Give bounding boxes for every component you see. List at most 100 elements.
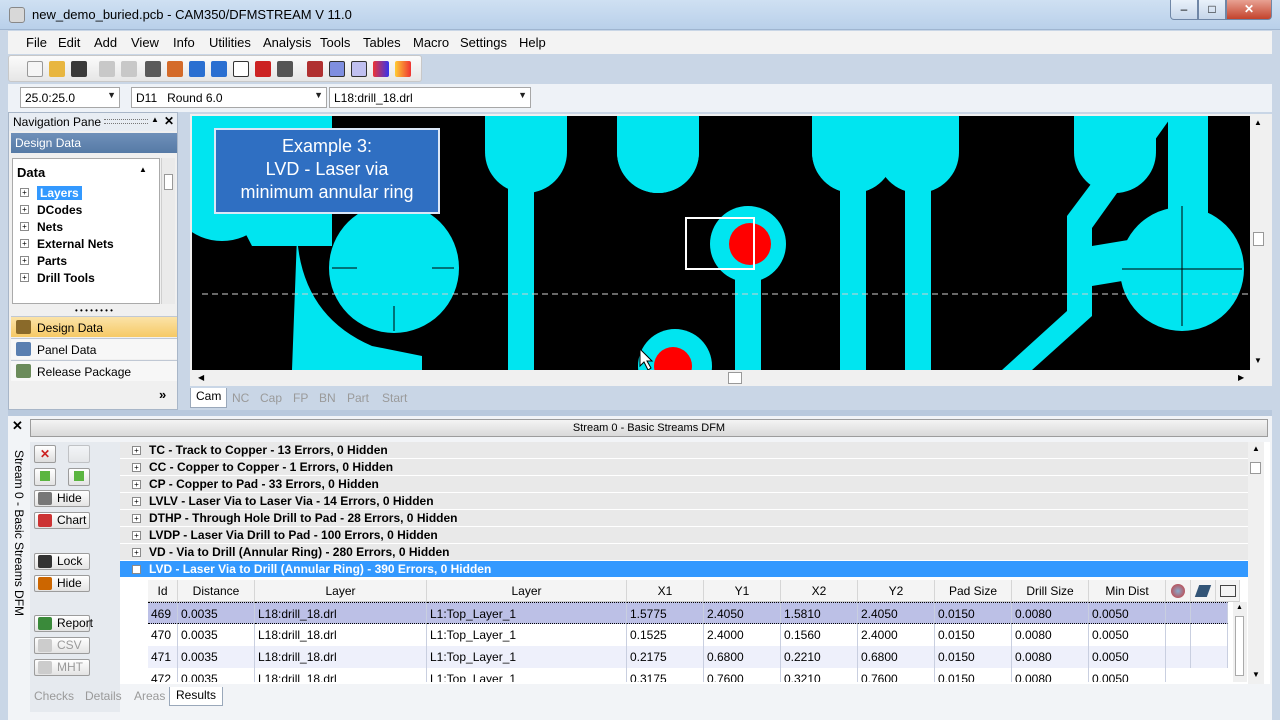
report-button[interactable]: Report: [34, 615, 93, 632]
scroll-up-icon[interactable]: ▲: [1254, 118, 1262, 127]
scroll-up-icon[interactable]: ▲: [1252, 444, 1260, 453]
zoom-in-icon[interactable]: [189, 61, 205, 77]
nav-button-design-data[interactable]: Design Data: [11, 316, 177, 337]
dcode-select[interactable]: D11 Round 6.0 ▼: [131, 87, 327, 108]
zoom-previous-icon[interactable]: [277, 61, 293, 77]
hide-button[interactable]: Hide: [34, 490, 90, 507]
clear-icon[interactable]: [68, 445, 90, 463]
scroll-left-icon[interactable]: ◀: [198, 373, 204, 382]
scrollbar-thumb[interactable]: [1250, 462, 1261, 474]
minimize-button[interactable]: –: [1170, 0, 1198, 20]
column-header-drill-size[interactable]: Drill Size: [1012, 580, 1089, 602]
more-buttons-icon[interactable]: »: [159, 387, 166, 402]
error-group-tc[interactable]: + TC - Track to Copper - 13 Errors, 0 Hid…: [120, 442, 1248, 459]
column-header-layer-1[interactable]: Layer: [255, 580, 427, 602]
snap-icon[interactable]: [307, 61, 323, 77]
expand-icon[interactable]: +: [20, 205, 29, 214]
column-header-y2[interactable]: Y2: [858, 580, 935, 602]
highlight-icon[interactable]: [395, 61, 411, 77]
menu-tables[interactable]: Tables: [363, 35, 401, 50]
tab-details[interactable]: Details: [85, 689, 122, 703]
scrollbar-thumb[interactable]: [728, 372, 742, 384]
scroll-up-icon[interactable]: ▲: [1236, 604, 1243, 611]
scroll-right-icon[interactable]: ▶: [1238, 373, 1244, 382]
data-tree-scrollbar[interactable]: [161, 158, 175, 304]
scrollbar-thumb[interactable]: [164, 174, 173, 190]
scrollbar-thumb[interactable]: [1235, 616, 1244, 676]
tree-item-external-nets[interactable]: + External Nets: [16, 236, 158, 252]
pin-icon[interactable]: ▲: [151, 115, 159, 124]
tab-cam[interactable]: Cam: [190, 388, 228, 408]
expand-icon[interactable]: +: [132, 480, 141, 489]
table-row[interactable]: 472 0.0035 L18:drill_18.drl L1:Top_Layer…: [148, 668, 1228, 682]
nav-button-panel-data[interactable]: Panel Data: [11, 338, 177, 359]
column-header-pad-size[interactable]: Pad Size: [935, 580, 1012, 602]
grid-select[interactable]: 25.0:25.0 ▼: [20, 87, 120, 108]
menu-add[interactable]: Add: [94, 35, 117, 50]
canvas-horizontal-scrollbar[interactable]: ◀ ▶: [192, 370, 1250, 386]
scroll-down-icon[interactable]: ▼: [1254, 356, 1262, 365]
menu-analysis[interactable]: Analysis: [263, 35, 311, 50]
new-file-icon[interactable]: [27, 61, 43, 77]
tab-cap[interactable]: Cap: [260, 391, 282, 405]
error-group-cp[interactable]: + CP - Copper to Pad - 33 Errors, 0 Hidde…: [120, 476, 1248, 493]
results-close-icon[interactable]: ✕: [12, 418, 23, 434]
tree-item-nets[interactable]: + Nets: [16, 219, 158, 235]
table-row[interactable]: 469 0.0035 L18:drill_18.drl L1:Top_Layer…: [148, 602, 1228, 624]
tab-checks[interactable]: Checks: [34, 689, 74, 703]
mht-button[interactable]: MHT: [34, 659, 90, 676]
tab-fp[interactable]: FP: [293, 391, 308, 405]
error-group-cc[interactable]: + CC - Copper to Copper - 1 Errors, 0 Hid…: [120, 459, 1248, 476]
error-group-lvdp[interactable]: + LVDP - Laser Via Drill to Pad - 100 Err…: [120, 527, 1248, 544]
columns-icon[interactable]: [1216, 580, 1240, 602]
expand-icon[interactable]: +: [132, 548, 141, 557]
menu-edit[interactable]: Edit: [58, 35, 80, 50]
expand-icon[interactable]: +: [20, 222, 29, 231]
layer-color-icon[interactable]: [373, 61, 389, 77]
layer-select[interactable]: L18:drill_18.drl ▼: [329, 87, 531, 108]
undo-icon[interactable]: [99, 61, 115, 77]
collapse-icon[interactable]: ▲: [139, 165, 147, 174]
close-button[interactable]: ✕: [1226, 0, 1272, 20]
column-header-layer-2[interactable]: Layer: [427, 580, 627, 602]
scrollbar-thumb[interactable]: [1253, 232, 1264, 246]
menu-utilities[interactable]: Utilities: [209, 35, 251, 50]
globe-icon[interactable]: [1166, 580, 1191, 602]
error-group-lvlv[interactable]: + LVLV - Laser Via to Laser Via - 14 Erro…: [120, 493, 1248, 510]
pane-splitter[interactable]: • • • • • • • •: [11, 307, 177, 315]
canvas-vertical-scrollbar[interactable]: ▲ ▼: [1250, 116, 1268, 370]
tree-item-layers[interactable]: + Layers: [16, 185, 158, 201]
add-icon[interactable]: [34, 468, 56, 486]
hide-errors-button[interactable]: Hide: [34, 575, 90, 592]
grid-icon[interactable]: [329, 61, 345, 77]
column-header-distance[interactable]: Distance: [178, 580, 255, 602]
tab-areas[interactable]: Areas: [134, 689, 165, 703]
menu-settings[interactable]: Settings: [460, 35, 507, 50]
error-group-dthp[interactable]: + DTHP - Through Hole Drill to Pad - 28 E…: [120, 510, 1248, 527]
table-row[interactable]: 471 0.0035 L18:drill_18.drl L1:Top_Layer…: [148, 646, 1228, 668]
expand-icon[interactable]: +: [132, 463, 141, 472]
column-header-min-dist[interactable]: Min Dist: [1089, 580, 1166, 602]
grid-snap-icon[interactable]: [351, 61, 367, 77]
lock-button[interactable]: Lock: [34, 553, 90, 570]
nav-button-release-package[interactable]: Release Package: [11, 360, 177, 381]
expand-icon[interactable]: +: [20, 239, 29, 248]
tab-start[interactable]: Start: [382, 391, 407, 405]
menu-view[interactable]: View: [131, 35, 159, 50]
error-group-lvd[interactable]: − LVD - Laser Via to Drill (Annular Ring)…: [120, 561, 1248, 578]
book-icon[interactable]: [1191, 580, 1216, 602]
menu-tools[interactable]: Tools: [320, 35, 350, 50]
menu-help[interactable]: Help: [519, 35, 546, 50]
results-vertical-scrollbar[interactable]: ▲ ▼: [1248, 442, 1264, 684]
tab-part[interactable]: Part: [347, 391, 369, 405]
delete-icon[interactable]: ✕: [34, 445, 56, 463]
nav-close-icon[interactable]: ✕: [164, 114, 174, 128]
expand-icon[interactable]: +: [132, 531, 141, 540]
zoom-out-icon[interactable]: [211, 61, 227, 77]
tab-results[interactable]: Results: [169, 687, 224, 706]
expand-icon[interactable]: +: [20, 256, 29, 265]
expand-all-icon[interactable]: [68, 468, 90, 486]
csv-button[interactable]: CSV: [34, 637, 90, 654]
tree-item-dcodes[interactable]: + DCodes: [16, 202, 158, 218]
menu-info[interactable]: Info: [173, 35, 195, 50]
